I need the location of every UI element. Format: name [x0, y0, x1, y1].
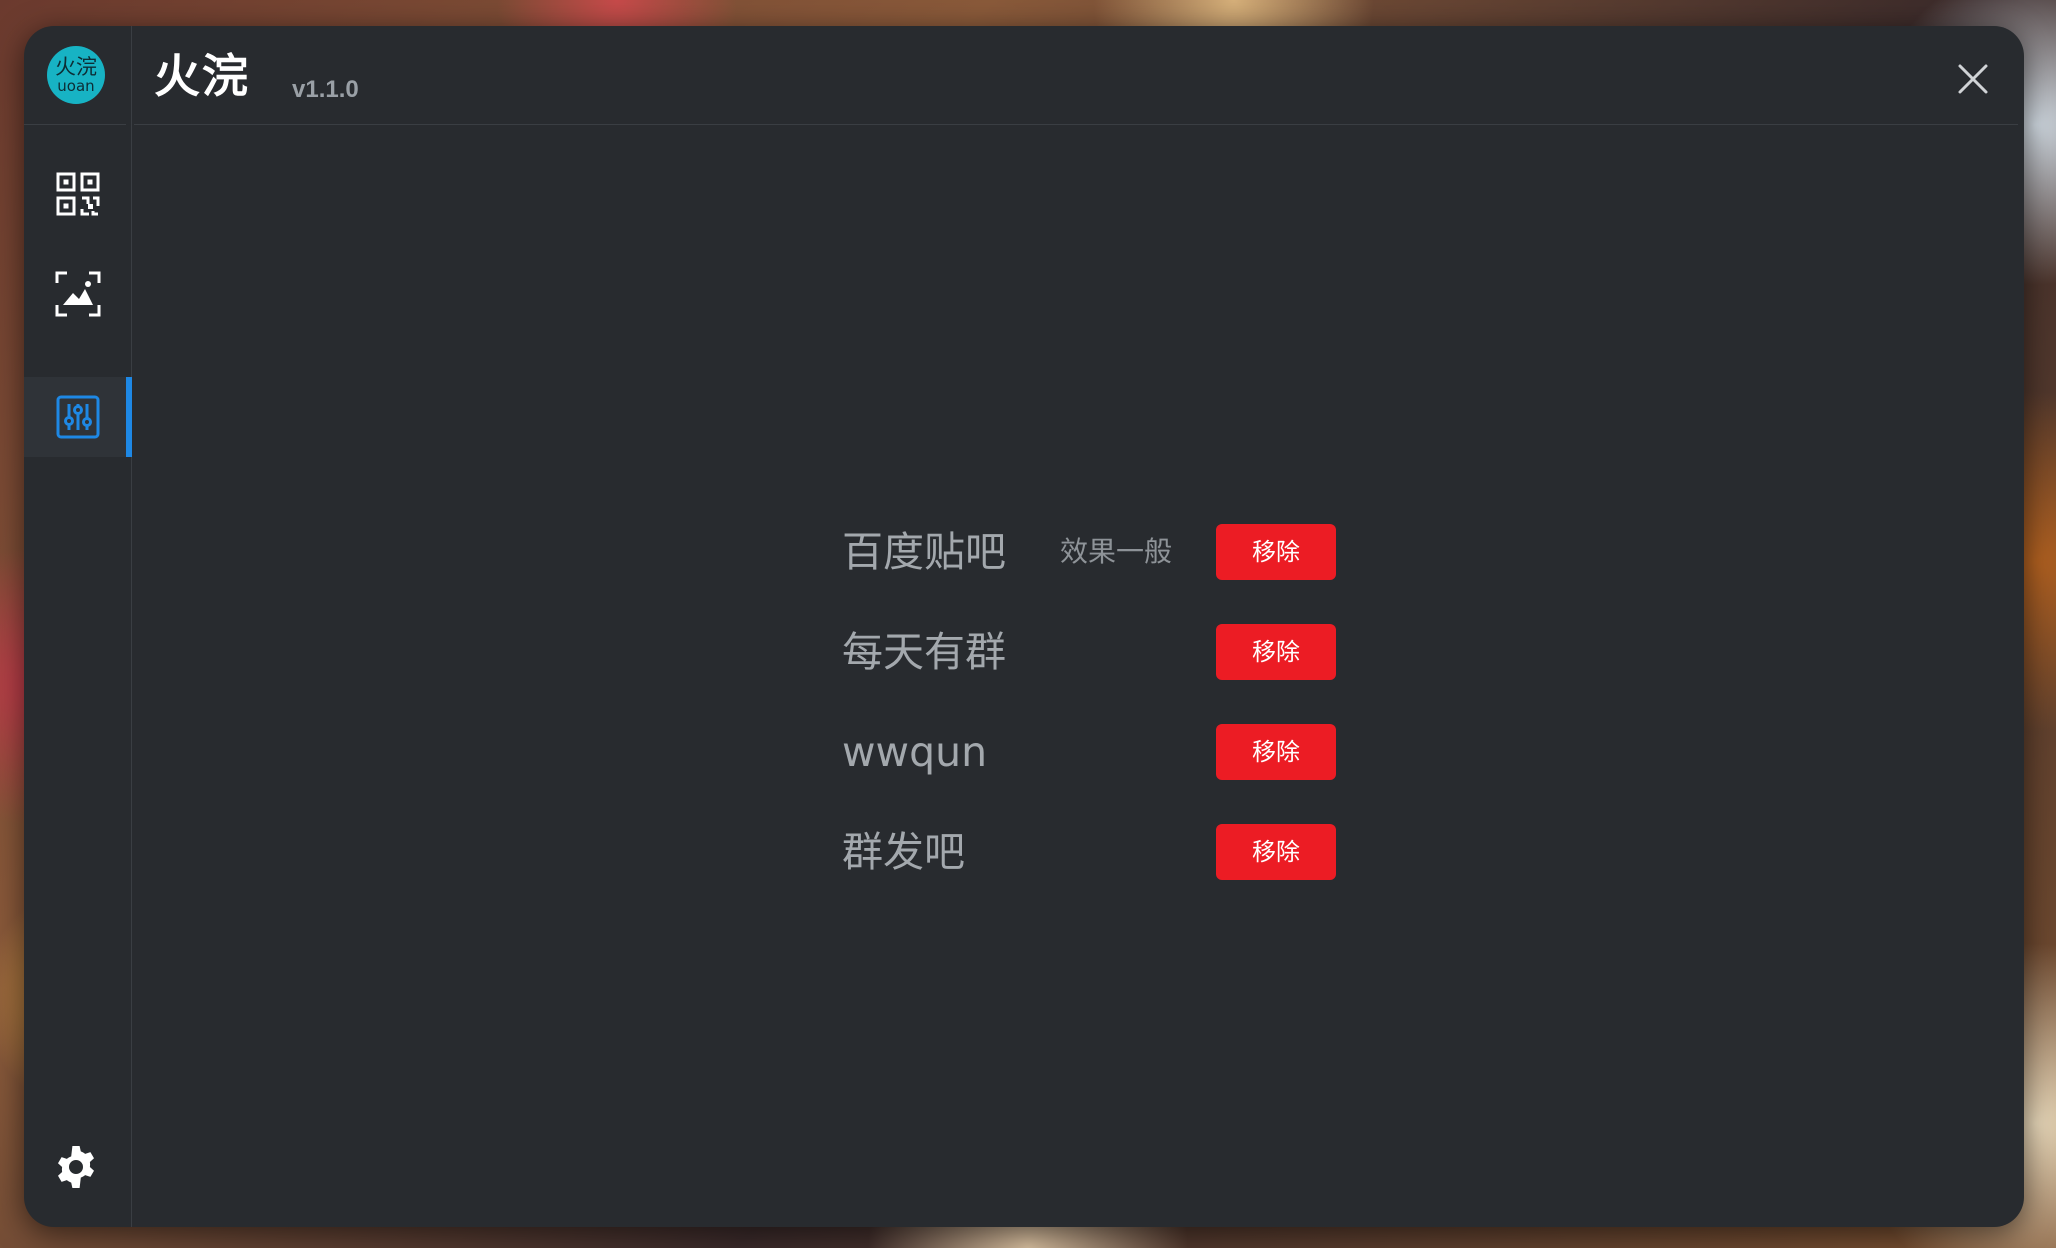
app-window: 火浣 uoan 火浣 v1.1.0 百度贴吧 效果一般 移除 每天有群 移除 w…: [24, 26, 2024, 1227]
app-logo: 火浣 uoan: [47, 46, 105, 104]
qr-code-icon: [56, 172, 99, 216]
list-item: 百度贴吧 效果一般 移除: [842, 522, 1362, 622]
sidebar-divider: [24, 124, 126, 125]
remove-button[interactable]: 移除: [1216, 524, 1336, 580]
remove-button[interactable]: 移除: [1216, 824, 1336, 880]
title-bar: 火浣 v1.1.0: [132, 26, 2024, 126]
sidebar-item-sliders[interactable]: [24, 377, 132, 457]
list-item: 每天有群 移除: [842, 622, 1362, 722]
list-item: 群发吧 移除: [842, 822, 1362, 922]
remove-button[interactable]: 移除: [1216, 624, 1336, 680]
sidebar: 火浣 uoan: [24, 26, 132, 1227]
remove-button[interactable]: 移除: [1216, 724, 1336, 780]
title-divider: [134, 124, 2018, 125]
close-icon[interactable]: [1956, 62, 1990, 96]
logo-text-en: uoan: [57, 76, 95, 95]
app-version: v1.1.0: [292, 76, 359, 103]
list-item: wwqun 移除: [842, 722, 1362, 822]
app-title: 火浣: [154, 49, 250, 103]
entry-name: 群发吧: [842, 828, 965, 876]
entry-name: 每天有群: [842, 628, 1006, 676]
screenshot-icon: [55, 271, 100, 317]
entry-name: 百度贴吧: [842, 528, 1006, 576]
sliders-icon: [56, 395, 99, 439]
sidebar-item-qr[interactable]: [24, 154, 131, 234]
entry-note: 效果一般: [1060, 535, 1173, 568]
gear-icon[interactable]: [52, 1143, 100, 1191]
sidebar-item-screenshot[interactable]: [24, 254, 131, 334]
entry-name: wwqun: [842, 728, 988, 776]
logo-text-cn: 火浣: [55, 54, 97, 79]
entry-list: 百度贴吧 效果一般 移除 每天有群 移除 wwqun 移除 群发吧 移除: [842, 522, 1362, 922]
